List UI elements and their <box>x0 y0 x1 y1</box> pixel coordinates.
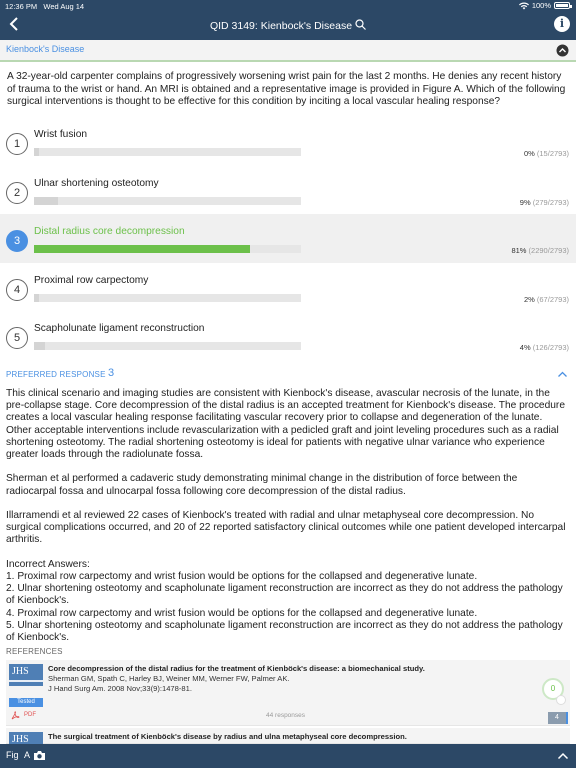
option-result-fill <box>34 148 40 156</box>
option-label: Scapholunate ligament reconstruction <box>34 323 205 334</box>
explanation: This clinical scenario and imaging studi… <box>6 388 569 644</box>
battery-icon <box>554 2 572 9</box>
comment-count-badge[interactable]: 4 <box>548 712 566 724</box>
answer-option-4[interactable]: 4 Proximal row carpectomy 2% (67/2793) <box>0 263 576 312</box>
chevron-up-icon[interactable] <box>557 751 569 761</box>
score-toggle-dot[interactable] <box>556 695 566 705</box>
option-label: Ulnar shortening osteotomy <box>34 178 159 189</box>
option-result-fill <box>34 245 251 253</box>
option-number: 4 <box>6 279 28 301</box>
option-result-bar <box>34 342 301 350</box>
reference-card[interactable]: JHS The surgical treatment of Kienböck's… <box>6 728 570 745</box>
preferred-response-value: 3 <box>108 367 115 379</box>
status-time: 12:36 PM Wed Aug 14 <box>5 2 85 11</box>
option-number: 5 <box>6 327 28 349</box>
info-button[interactable]: i <box>554 16 570 32</box>
reference-citation: J Hand Surg Am. 2008 Nov;33(9):1478-81. <box>48 684 192 693</box>
pdf-icon[interactable] <box>11 711 20 720</box>
breadcrumb-bar: Kienbock's Disease <box>0 40 576 62</box>
reference-card[interactable]: JHS Tested PDF Core decompression of the… <box>6 660 570 726</box>
incorrect-answer-item: 5. Ulnar shortening osteotomy and scapho… <box>6 619 563 644</box>
incorrect-answer-item: 4. Proximal row carpectomy and wrist fus… <box>6 607 478 619</box>
option-result-fill <box>34 294 40 302</box>
nav-bar: QID 3149: Kienbock's Disease i <box>0 12 576 40</box>
option-label: Proximal row carpectomy <box>34 275 149 286</box>
tested-badge: Tested <box>9 698 43 707</box>
answer-option-3[interactable]: 3 Distal radius core decompression 81% (… <box>0 214 576 263</box>
preferred-response-label: PREFERRED RESPONSE <box>6 370 106 379</box>
page-title: QID 3149: Kienbock's Disease <box>209 20 353 32</box>
option-stat: 4% (126/2793) <box>519 343 569 352</box>
option-result-bar <box>34 197 301 205</box>
option-label: Distal radius core decompression <box>34 226 185 237</box>
reference-title[interactable]: The surgical treatment of Kienböck's dis… <box>48 732 407 741</box>
preferred-response-header[interactable]: PREFERRED RESPONSE 3 <box>0 366 576 384</box>
explanation-paragraph: This clinical scenario and imaging studi… <box>6 388 565 461</box>
option-stat: 9% (279/2793) <box>519 198 569 207</box>
pdf-link[interactable]: PDF <box>24 712 36 718</box>
incorrect-answers-heading: Incorrect Answers: <box>6 558 90 570</box>
incorrect-answer-item: 1. Proximal row carpectomy and wrist fus… <box>6 571 478 582</box>
answer-option-5[interactable]: 5 Scapholunate ligament reconstruction 4… <box>0 311 576 360</box>
option-stat: 81% (2290/2793) <box>511 246 569 255</box>
option-number: 3 <box>6 230 28 252</box>
breadcrumb[interactable]: Kienbock's Disease <box>6 44 84 54</box>
camera-icon[interactable] <box>33 750 46 761</box>
option-result-bar <box>34 245 301 253</box>
battery-percent: 100% <box>531 1 551 10</box>
nav-title-button[interactable]: QID 3149: Kienbock's Disease <box>0 19 576 33</box>
option-result-fill <box>34 342 45 350</box>
chevron-up-icon[interactable] <box>557 370 568 379</box>
search-icon[interactable] <box>355 19 366 33</box>
reference-responses: 44 responses <box>266 712 306 719</box>
option-result-bar <box>34 294 301 302</box>
option-number: 1 <box>6 133 28 155</box>
journal-logo: JHS <box>9 732 43 745</box>
status-right: 100% <box>518 1 572 10</box>
explanation-paragraph: Sherman et al performed a cadaveric stud… <box>6 473 518 497</box>
option-number: 2 <box>6 182 28 204</box>
option-label: Wrist fusion <box>34 129 88 140</box>
bottom-toolbar: Fig A <box>0 744 576 768</box>
answer-option-1[interactable]: 1 Wrist fusion 0% (15/2793) <box>0 117 576 166</box>
journal-logo: JHS <box>9 664 43 686</box>
reference-title[interactable]: Core decompression of the distal radius … <box>48 664 425 673</box>
option-result-bar <box>34 148 301 156</box>
explanation-paragraph: Illarramendi et al reviewed 22 cases of … <box>6 510 566 546</box>
option-stat: 2% (67/2793) <box>523 295 569 304</box>
option-result-fill <box>34 197 59 205</box>
wifi-icon <box>518 1 529 10</box>
option-stat: 0% (15/2793) <box>523 149 569 158</box>
font-size-button[interactable]: A <box>24 750 30 760</box>
answer-option-2[interactable]: 2 Ulnar shortening osteotomy 9% (279/279… <box>0 166 576 215</box>
question-text: A 32-year-old carpenter complains of pro… <box>7 71 566 107</box>
status-bar: 12:36 PM Wed Aug 14 100% <box>0 0 576 12</box>
incorrect-answer-item: 2. Ulnar shortening osteotomy and scapho… <box>6 583 563 607</box>
reference-authors: Sherman GM, Spath C, Harley BJ, Weiner M… <box>48 674 290 683</box>
references-label: REFERENCES <box>6 647 63 656</box>
figures-button[interactable]: Fig <box>6 750 19 760</box>
collapse-topic-icon[interactable] <box>556 44 569 57</box>
